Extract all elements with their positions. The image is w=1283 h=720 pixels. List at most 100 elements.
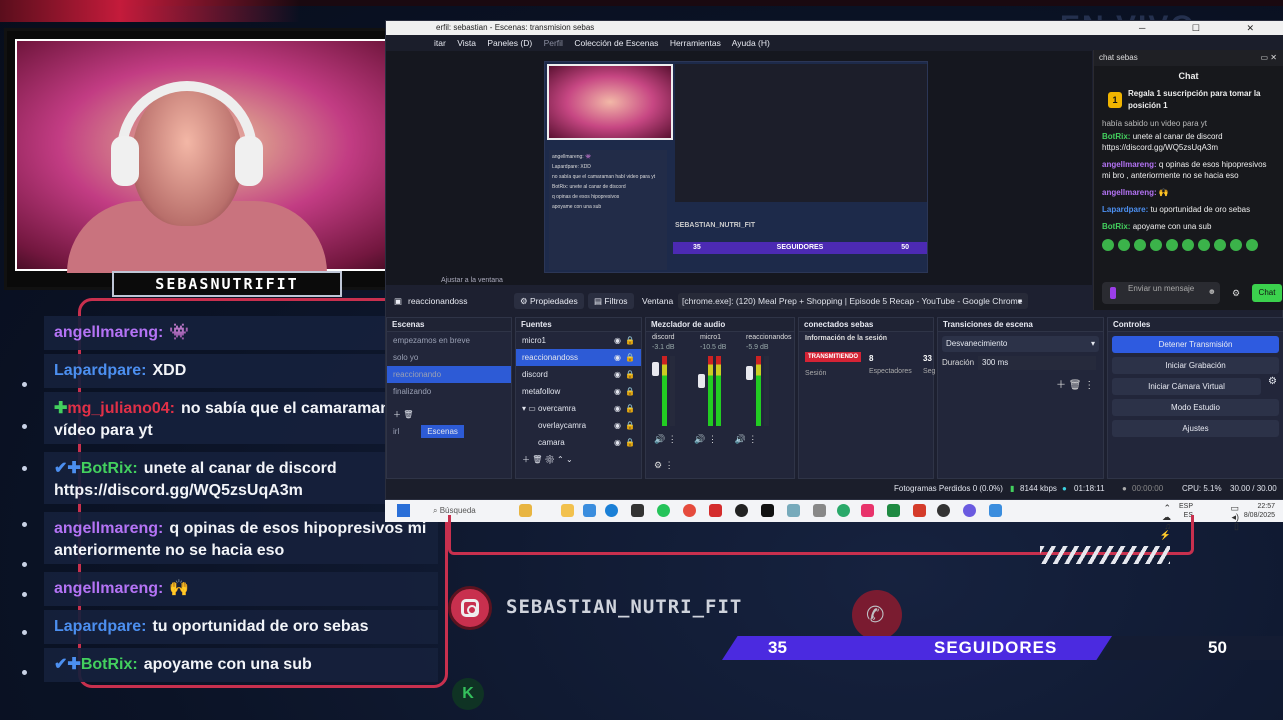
preview-chat-line: BotRix: unete al canar de discord: [552, 184, 626, 190]
stop-streaming-button[interactable]: Detener Transmisión: [1112, 336, 1279, 353]
scene-item[interactable]: irl: [393, 427, 399, 436]
trash-icon[interactable]: 🗑: [1069, 380, 1082, 391]
menu-scene-collection[interactable]: Colección de Escenas: [574, 38, 658, 48]
obs-statusbar: Fotogramas Perdidos 0 (0.0%) ▮ 8144 kbps…: [386, 479, 1283, 513]
menu-view[interactable]: Vista: [457, 38, 476, 48]
add-icon[interactable]: ＋: [1056, 380, 1066, 391]
source-item[interactable]: discord ◉ 🔒: [516, 366, 641, 383]
obs-preview[interactable]: angellmareng: 👾 Lapardpare: XDD no sabía…: [386, 51, 1092, 285]
add-icon[interactable]: ＋: [522, 455, 530, 464]
start-recording-button[interactable]: Iniciar Grabación: [1112, 357, 1279, 374]
scene-item[interactable]: empezamos en breve: [387, 332, 511, 349]
volume-slider-handle[interactable]: [698, 374, 705, 388]
viewers-label: Espectadores: [869, 368, 912, 375]
eye-icon[interactable]: ◉: [614, 400, 621, 417]
tab-scenes[interactable]: Escenas: [421, 425, 464, 438]
menu-docks[interactable]: Paneles (D): [487, 38, 532, 48]
lock-icon[interactable]: 🔒: [625, 434, 635, 451]
emote-icon[interactable]: [1198, 239, 1210, 251]
studio-mode-button[interactable]: Modo Estudio: [1112, 399, 1279, 416]
source-item[interactable]: overlaycamra ◉ 🔒: [516, 417, 641, 434]
gift-sub-promo[interactable]: 1 Regala 1 suscripción para tomar la posi…: [1100, 88, 1277, 116]
gear-icon[interactable]: ⚙: [1268, 376, 1277, 387]
chat-send-button[interactable]: Chat: [1252, 284, 1282, 302]
extra-label: Seg: [923, 368, 936, 375]
up-icon[interactable]: ⌃: [557, 455, 564, 464]
source-item[interactable]: reaccionandoss ◉ 🔒: [516, 349, 641, 366]
menu-edit[interactable]: itar: [434, 38, 446, 48]
lock-icon[interactable]: 🔒: [625, 417, 635, 434]
eye-icon[interactable]: ◉: [614, 417, 621, 434]
extra-count: 33: [923, 354, 932, 363]
tray-status-icons[interactable]: ▭ ◂) ▯: [1230, 504, 1239, 531]
trash-icon[interactable]: 🗑: [532, 455, 542, 464]
mixer-controls: 🔊 ⋮ 🔊 ⋮ 🔊 ⋮: [654, 434, 758, 444]
lock-icon[interactable]: 🔒: [625, 349, 635, 366]
down-icon[interactable]: ⌄: [566, 455, 573, 464]
chat-input[interactable]: Enviar un mensaje ☻: [1102, 282, 1220, 304]
duration-input[interactable]: 300 ms: [978, 356, 1096, 370]
volume-slider-handle[interactable]: [652, 362, 659, 376]
source-group[interactable]: ▾ ▭ overcamra ◉ 🔒: [516, 400, 641, 417]
window-controls[interactable]: ─ ☐ ✕: [1139, 21, 1276, 35]
menu-icon[interactable]: ⋮: [1084, 380, 1094, 391]
emote-icon[interactable]: [1166, 239, 1178, 251]
gear-icon[interactable]: ⚙: [1232, 288, 1240, 299]
eye-icon[interactable]: ◉: [614, 383, 621, 400]
menu-help[interactable]: Ayuda (H): [732, 38, 770, 48]
scene-item[interactable]: solo yo: [387, 349, 511, 366]
emote-icon[interactable]: [1134, 239, 1146, 251]
volume-meter: [708, 356, 713, 426]
emote-icon[interactable]: [1118, 239, 1130, 251]
settings-button[interactable]: Ajustes: [1112, 420, 1279, 437]
emoji-icon[interactable]: ☻: [1208, 287, 1216, 296]
scene-item[interactable]: finalizando: [387, 383, 511, 400]
rec-time: 00:00:00: [1132, 484, 1164, 493]
speaker-icon[interactable]: 🔊: [654, 434, 665, 444]
mixer-menu-icon[interactable]: ⚙ ⋮: [654, 460, 674, 471]
source-item[interactable]: metafollow ◉ 🔒: [516, 383, 641, 400]
filters-button[interactable]: ▤ Filtros: [588, 293, 634, 309]
volume-slider-handle[interactable]: [746, 366, 753, 380]
chat-message: angellmareng: 🙌: [1102, 188, 1169, 197]
lock-icon[interactable]: 🔒: [625, 383, 635, 400]
speaker-icon[interactable]: 🔊: [694, 434, 705, 444]
transition-select[interactable]: Desvanecimiento ▾: [942, 336, 1099, 352]
close-icon[interactable]: ▭ ✕: [1261, 50, 1277, 66]
emote-icon[interactable]: [1214, 239, 1226, 251]
eye-icon[interactable]: ◉: [614, 349, 621, 366]
menu-profile[interactable]: Perfil: [544, 38, 563, 48]
system-tray[interactable]: ⌃ ☁ ♫ ⚡ ESP ES ▭ ◂) ▯ 22:57 8/08/2025: [1160, 502, 1275, 540]
chat-panel-header: chat sebas ▭ ✕: [1094, 50, 1283, 66]
chat-message: BotRix: apoyame con una sub: [1102, 222, 1212, 231]
emote-icon[interactable]: [1182, 239, 1194, 251]
clock[interactable]: 22:57 8/08/2025: [1237, 502, 1275, 520]
source-item[interactable]: camara ◉ 🔒: [516, 434, 641, 451]
emote-icon[interactable]: [1246, 239, 1258, 251]
fit-to-window-label[interactable]: Ajustar a la ventana: [441, 277, 503, 284]
lock-icon[interactable]: 🔒: [625, 400, 635, 417]
start-virtual-camera-button[interactable]: Iniciar Cámara Virtual: [1112, 378, 1261, 395]
live-time: 01:18:11: [1074, 484, 1105, 493]
transitions-dock: Transiciones de escena Desvanecimiento ▾ …: [937, 317, 1104, 479]
emote-icon[interactable]: [1230, 239, 1242, 251]
lock-icon[interactable]: 🔒: [625, 332, 635, 349]
mixer-channel-db: -3.1 dB: [652, 344, 675, 351]
scene-item[interactable]: reaccionando: [387, 366, 511, 383]
properties-button[interactable]: ⚙ Propiedades: [514, 293, 584, 309]
emote-icon[interactable]: [1150, 239, 1162, 251]
gear-icon[interactable]: ⚙: [545, 455, 555, 464]
obs-titlebar[interactable]: erfil: sebastian - Escenas: transmision …: [386, 21, 1283, 35]
emote-icon[interactable]: [1102, 239, 1114, 251]
trash-icon[interactable]: 🗑: [403, 410, 413, 419]
eye-icon[interactable]: ◉: [614, 366, 621, 383]
windows-start-icon[interactable]: [397, 504, 410, 517]
source-item[interactable]: micro1 ◉ 🔒: [516, 332, 641, 349]
speaker-icon[interactable]: 🔊: [734, 434, 745, 444]
eye-icon[interactable]: ◉: [614, 332, 621, 349]
add-icon[interactable]: ＋: [393, 410, 401, 419]
eye-icon[interactable]: ◉: [614, 434, 621, 451]
lock-icon[interactable]: 🔒: [625, 366, 635, 383]
menu-tools[interactable]: Herramientas: [670, 38, 721, 48]
window-select[interactable]: [chrome.exe]: (120) Meal Prep + Shopping…: [678, 293, 1028, 309]
